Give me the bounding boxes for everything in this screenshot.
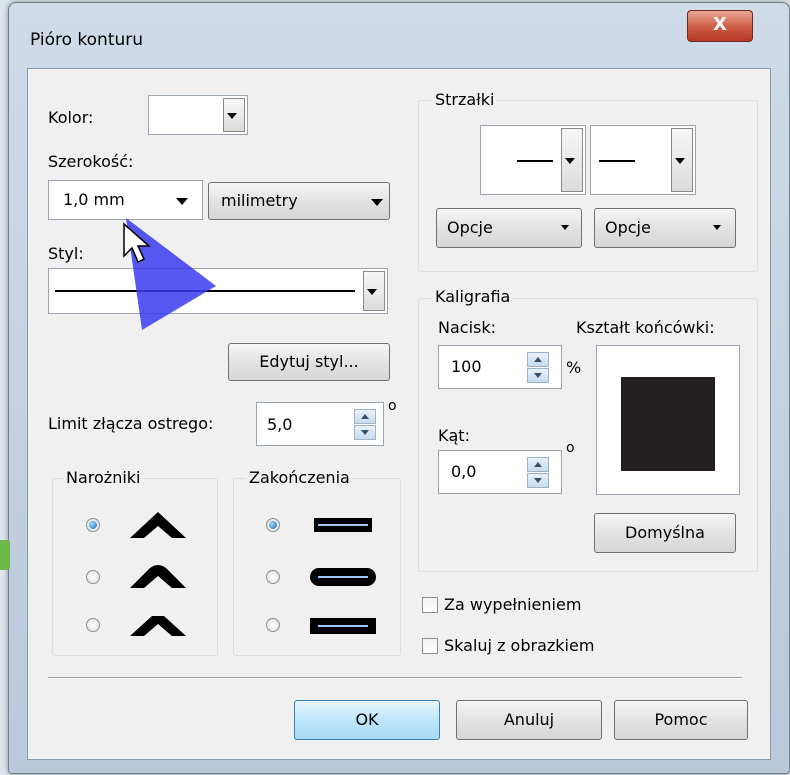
scale-with-image-label: Skaluj z obrazkiem [444,636,595,655]
end-arrow-select[interactable] [590,125,696,195]
separator [48,677,742,679]
chevron-down-icon [176,198,188,205]
close-button[interactable]: X [687,10,753,42]
dialog-title: Pióro konturu [30,30,144,50]
nib-shape-preview[interactable] [596,345,740,495]
cancel-button[interactable]: Anuluj [456,700,602,740]
caps-group-title: Zakończenia [246,468,353,487]
chevron-down-icon [561,225,569,230]
start-arrow-options-label: Opcje [447,218,493,237]
angle-input[interactable]: 0,0 [438,450,562,494]
corners-group-title: Narożniki [63,468,144,487]
color-picker[interactable] [148,95,248,135]
calligraphy-group-title: Kaligrafia [432,287,514,306]
edit-style-button[interactable]: Edytuj styl... [228,343,390,381]
nib-shape-label: Kształt końcówki: [576,318,715,337]
width-unit-value: milimetry [221,191,298,210]
miter-limit-label: Limit złącza ostrego: [48,414,214,433]
behind-fill-checkbox[interactable] [422,597,438,613]
corner-round-radio[interactable] [86,570,100,584]
cap-square-radio[interactable] [266,618,280,632]
help-button[interactable]: Pomoc [614,700,748,740]
round-corner-icon [130,565,186,588]
scale-with-image-checkbox[interactable] [422,638,438,654]
percent-symbol: % [566,358,582,377]
round-cap-icon [310,568,376,586]
background-element [0,540,10,570]
chevron-down-icon [713,225,721,230]
stretch-spinner[interactable] [527,352,549,384]
stretch-input[interactable]: 100 [438,345,562,389]
corner-miter-radio[interactable] [86,518,100,532]
behind-fill-label: Za wypełnieniem [444,595,582,614]
arrows-group-title: Strzałki [432,90,498,109]
cap-round-radio[interactable] [266,570,280,584]
degree-symbol: o [388,398,397,414]
chevron-down-icon[interactable] [561,128,583,192]
miter-limit-value: 5,0 [267,415,293,434]
cap-butt-radio[interactable] [266,518,280,532]
style-label: Styl: [48,244,84,263]
end-arrow-options-label: Opcje [605,218,651,237]
square-cap-icon [310,618,376,634]
width-unit-select[interactable]: milimetry [208,182,390,220]
degree-symbol: o [566,440,575,456]
default-nib-button[interactable]: Domyślna [594,513,736,553]
mouse-cursor-icon [123,222,151,264]
stretch-value: 100 [451,357,482,376]
width-label: Szerokość: [48,152,134,171]
butt-cap-icon [314,518,372,532]
angle-spinner[interactable] [527,457,549,489]
miter-corner-icon [130,512,186,538]
end-arrow-options-button[interactable]: Opcje [594,208,736,248]
square-nib-icon [621,377,715,471]
chevron-down-icon[interactable] [363,271,385,311]
bevel-corner-icon [130,616,186,636]
angle-value: 0,0 [451,462,477,481]
corner-bevel-radio[interactable] [86,618,100,632]
start-arrow-options-button[interactable]: Opcje [436,208,582,248]
angle-label: Kąt: [438,426,470,445]
miter-limit-input[interactable]: 5,0 [256,402,384,446]
chevron-down-icon[interactable] [223,98,245,132]
line-preview [517,160,553,162]
line-preview [599,160,635,162]
width-value: 1,0 mm [63,190,125,209]
start-arrow-select[interactable] [480,125,586,195]
chevron-down-icon[interactable] [671,128,693,192]
color-label: Kolor: [48,108,94,127]
ok-button[interactable]: OK [294,700,440,740]
chevron-down-icon [371,199,383,206]
stretch-label: Nacisk: [438,318,497,337]
miter-limit-spinner[interactable] [354,409,376,441]
